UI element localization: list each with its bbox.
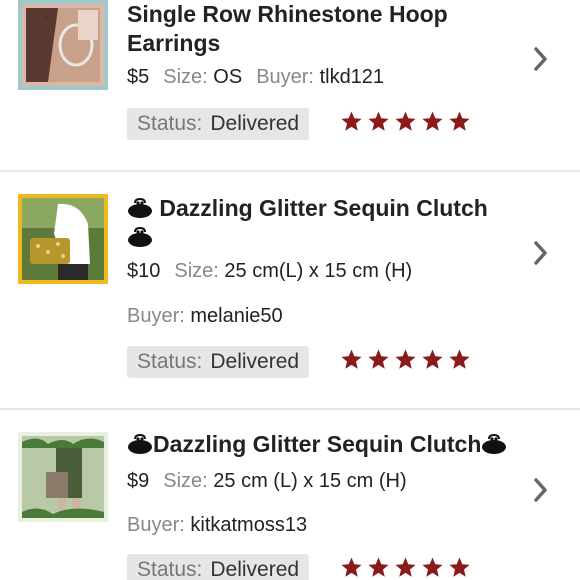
star-icon xyxy=(422,557,443,577)
item-title-text: Dazzling Glitter Sequin Clutch xyxy=(153,431,482,457)
status-value: Delivered xyxy=(210,112,300,135)
status-label: Status: xyxy=(137,112,203,135)
item-price: $5 xyxy=(127,66,150,88)
buyer-label: Buyer: xyxy=(256,66,314,88)
item-meta: $5 Size: OS Buyer: tlkd121 xyxy=(127,66,384,89)
buyer-name: kitkatmoss13 xyxy=(190,514,308,536)
star-icon xyxy=(395,349,416,369)
star-icon xyxy=(395,557,416,577)
star-icon xyxy=(341,557,362,577)
size-label: Size: xyxy=(163,66,208,88)
status-badge: Status: Delivered xyxy=(127,554,310,580)
list-item[interactable]: Dazzling Glitter Sequin Clutch $9 Size: 2… xyxy=(0,410,580,580)
star-icon xyxy=(368,557,389,577)
status-badge: Status: Delivered xyxy=(127,346,310,378)
item-size: 25 cm (L) x 15 cm (H) xyxy=(213,470,407,492)
status-label: Status: xyxy=(137,558,203,580)
item-size: OS xyxy=(213,66,243,88)
purse-icon xyxy=(128,434,152,454)
svg-text:~: ~ xyxy=(44,14,50,22)
item-title[interactable]: Single Row Rhinestone Hoop Earrings xyxy=(127,0,537,58)
purse-icon xyxy=(128,227,152,247)
item-price: $9 xyxy=(127,470,150,492)
buyer-label: Buyer: xyxy=(127,305,185,327)
star-icon xyxy=(341,111,362,131)
star-icon xyxy=(395,111,416,131)
chevron-right-icon[interactable] xyxy=(532,45,550,73)
purse-icon xyxy=(482,434,507,454)
item-title-text: Dazzling Glitter Sequin Clutch xyxy=(159,195,488,221)
item-title[interactable]: Dazzling Glitter Sequin Clutch xyxy=(127,194,537,252)
rating-stars xyxy=(340,110,471,138)
item-thumbnail[interactable] xyxy=(18,194,108,284)
item-meta: $10 Size: 25 cm(L) x 15 cm (H) xyxy=(127,260,412,283)
item-thumbnail[interactable] xyxy=(18,432,108,522)
size-label: Size: xyxy=(174,260,219,282)
star-icon xyxy=(422,349,443,369)
sold-items-list: ~ Single Row Rhinestone Hoop Earrings $5… xyxy=(0,0,580,580)
star-icon xyxy=(449,557,470,577)
chevron-right-icon[interactable] xyxy=(532,239,550,267)
list-item[interactable]: ~ Single Row Rhinestone Hoop Earrings $5… xyxy=(0,0,580,170)
status-value: Delivered xyxy=(210,558,300,580)
item-meta: $9 Size: 25 cm (L) x 15 cm (H) xyxy=(127,470,407,493)
item-title[interactable]: Dazzling Glitter Sequin Clutch xyxy=(127,430,537,459)
buyer-name: melanie50 xyxy=(190,305,283,327)
star-icon xyxy=(449,111,470,131)
size-label: Size: xyxy=(163,470,208,492)
status-value: Delivered xyxy=(210,350,300,373)
item-price: $10 xyxy=(127,260,161,282)
purse-icon xyxy=(128,198,152,218)
rating-stars xyxy=(340,556,471,580)
star-icon xyxy=(422,111,443,131)
star-icon xyxy=(368,111,389,131)
status-badge: Status: Delivered xyxy=(127,108,310,140)
item-thumbnail[interactable]: ~ xyxy=(18,0,108,90)
item-buyer: Buyer: melanie50 xyxy=(127,305,283,328)
rating-stars xyxy=(340,348,471,376)
item-buyer: Buyer: kitkatmoss13 xyxy=(127,514,307,537)
buyer-name: tlkd121 xyxy=(319,66,385,88)
star-icon xyxy=(341,349,362,369)
list-item[interactable]: Dazzling Glitter Sequin Clutch $10 Size: … xyxy=(0,172,580,408)
star-icon xyxy=(368,349,389,369)
status-label: Status: xyxy=(137,350,203,373)
chevron-right-icon[interactable] xyxy=(532,476,550,504)
star-icon xyxy=(449,349,470,369)
buyer-label: Buyer: xyxy=(127,514,185,536)
item-size: 25 cm(L) x 15 cm (H) xyxy=(224,260,413,282)
